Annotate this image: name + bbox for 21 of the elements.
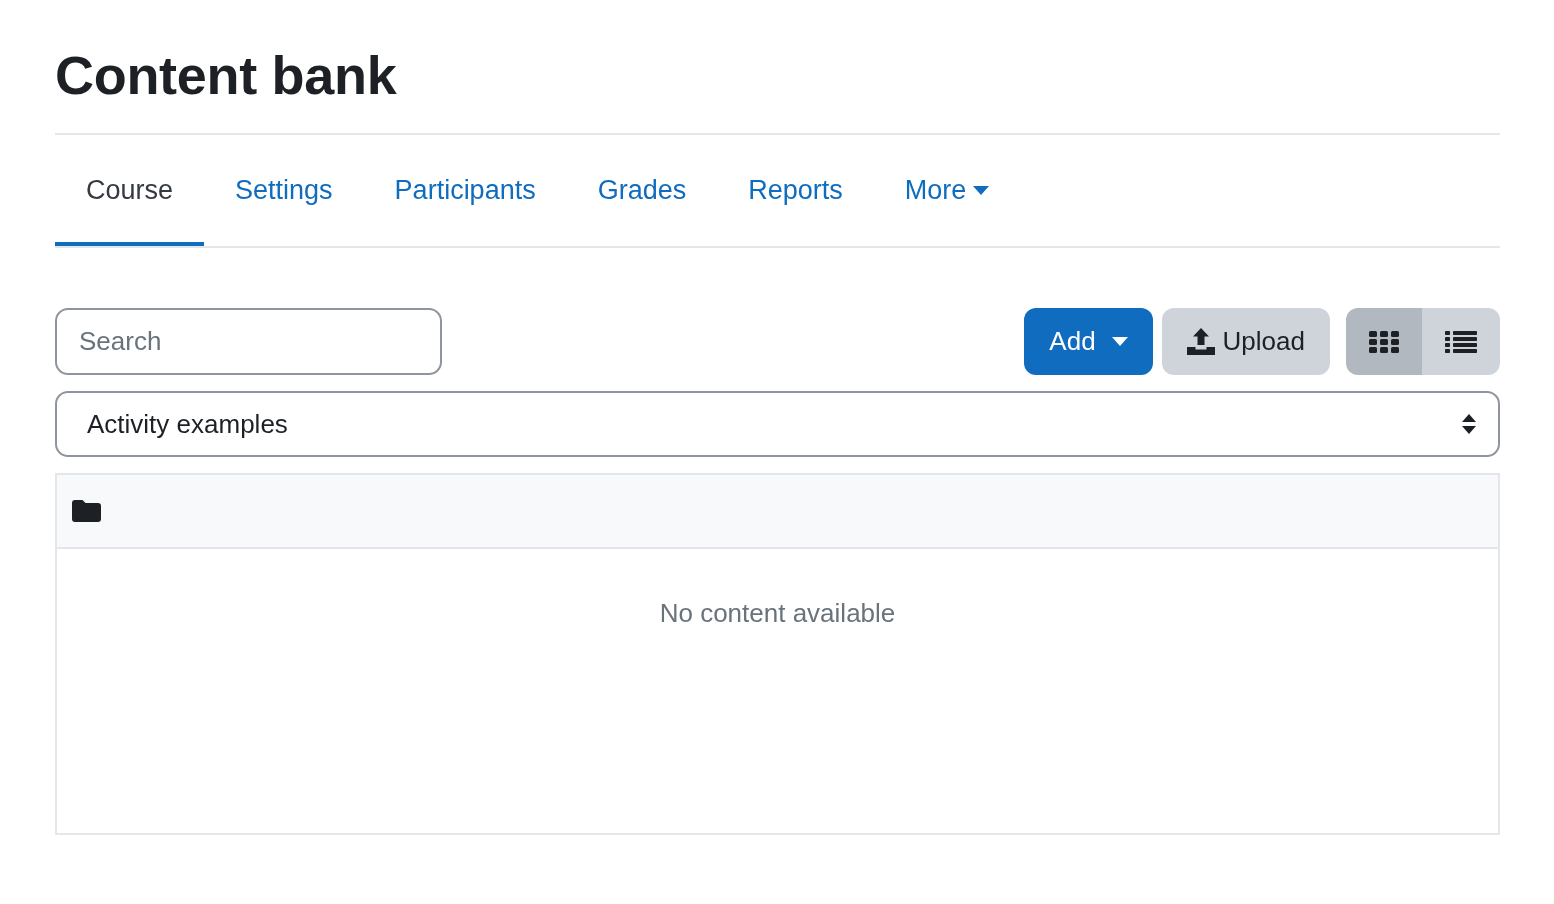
caret-icon [1111, 337, 1128, 346]
grid-icon [1369, 330, 1399, 353]
page-title: Content bank [55, 44, 397, 106]
nav-tab[interactable]: Course [55, 143, 205, 246]
upload-icon [1186, 328, 1215, 355]
nav-tab[interactable]: Reports [717, 143, 874, 246]
nav-tab[interactable]: Grades [566, 143, 718, 246]
list-icon [1445, 330, 1477, 353]
add-button[interactable]: Add [1024, 308, 1153, 375]
nav-tab[interactable]: More [873, 143, 1021, 246]
caret-icon [973, 185, 990, 195]
nav-tab[interactable]: Participants [363, 143, 567, 246]
upload-button[interactable]: Upload [1161, 308, 1330, 375]
folder-icon[interactable] [72, 500, 101, 522]
sort-arrows-icon [1462, 414, 1476, 434]
search-field[interactable]: Search [55, 308, 442, 375]
nav-tab[interactable]: Settings [204, 143, 364, 246]
context-select[interactable]: Activity examples [55, 391, 1500, 457]
grid-view-button[interactable] [1346, 308, 1422, 375]
list-view-button[interactable] [1422, 308, 1500, 375]
empty-message: No content available [659, 598, 896, 628]
